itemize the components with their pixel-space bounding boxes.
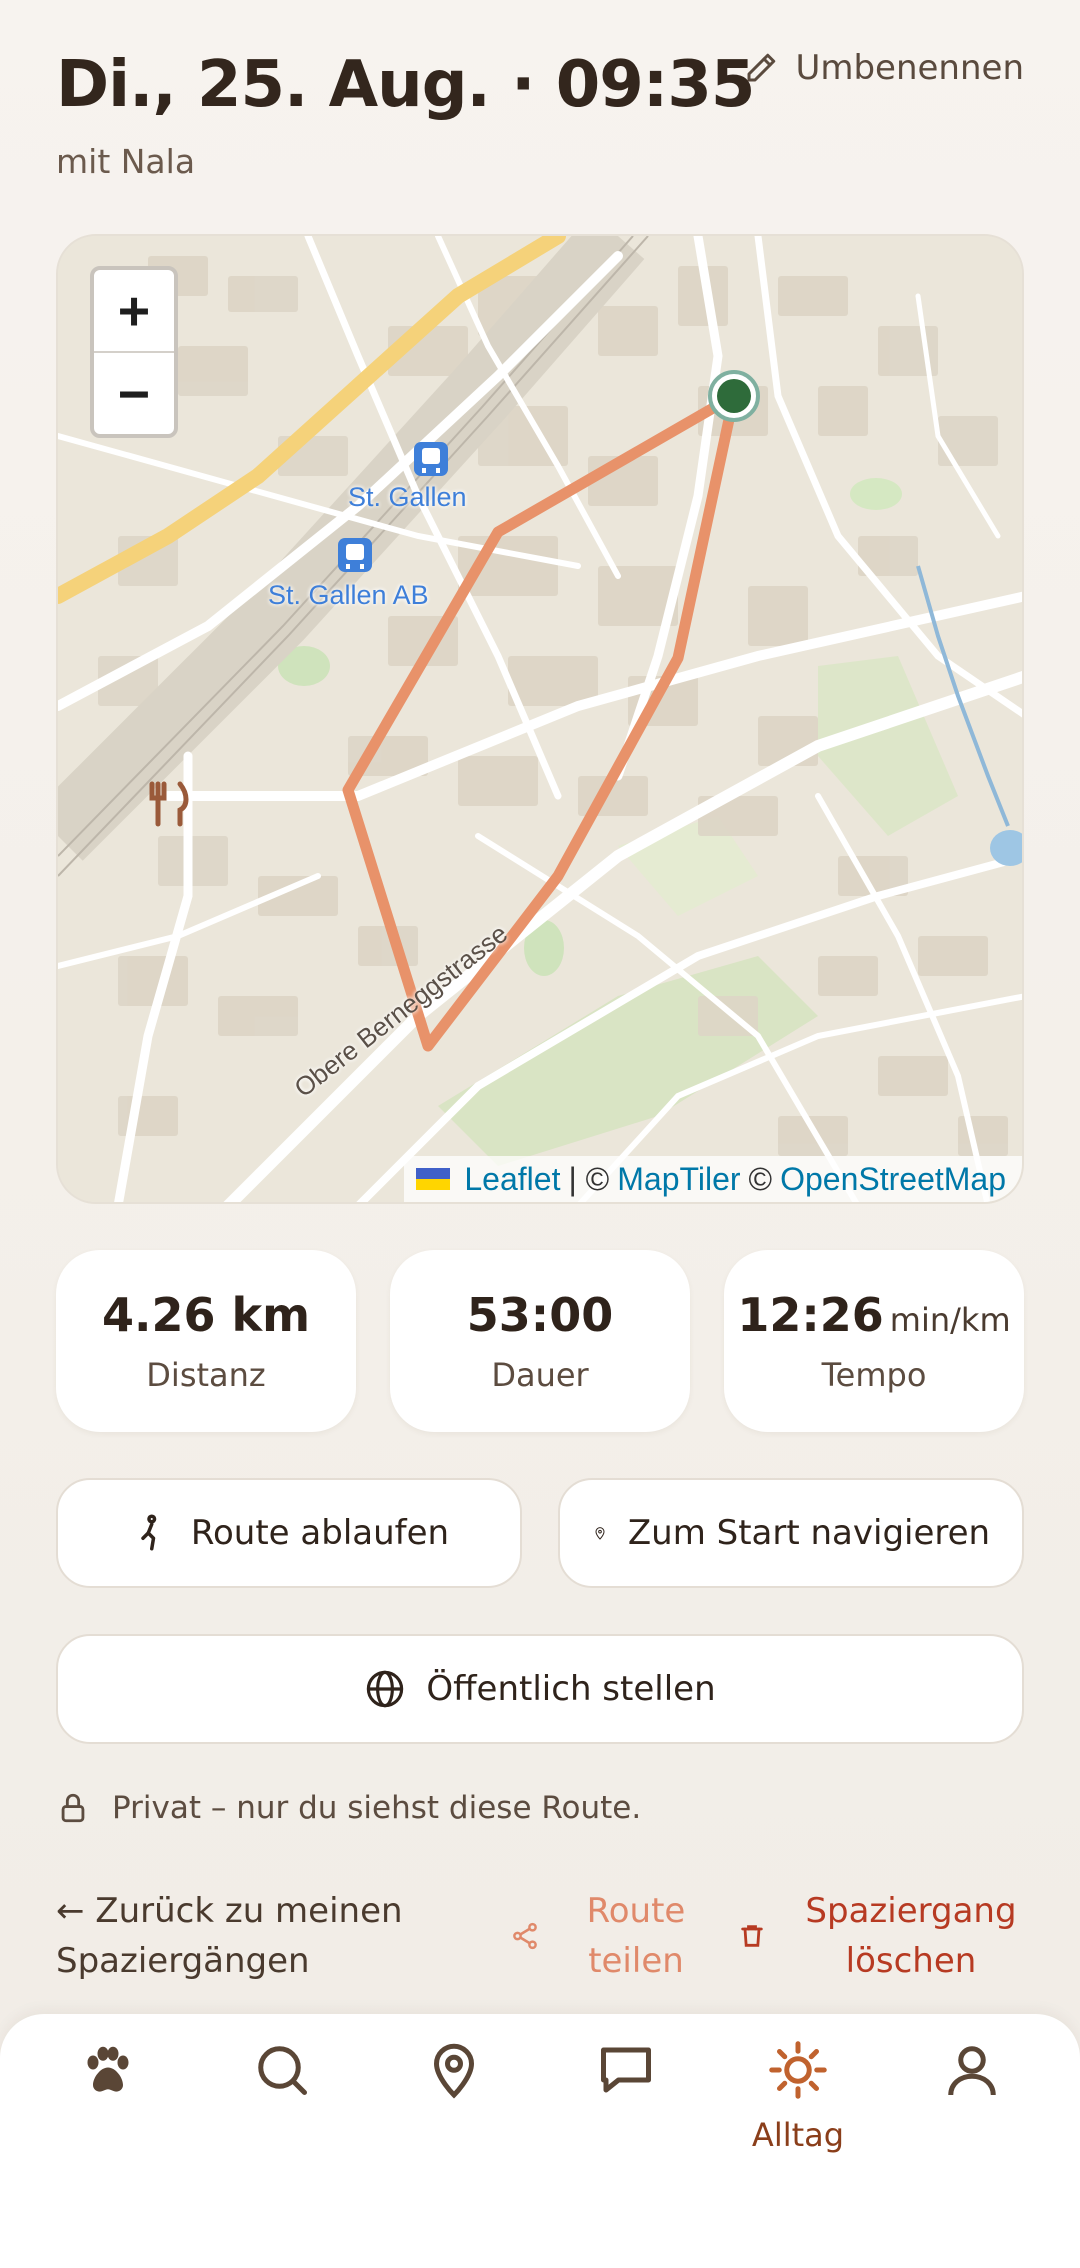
station-label-st-gallen: St. Gallen [348, 482, 467, 512]
companion-subtitle: mit Nala [56, 142, 196, 181]
pace-value-row: 12:26 min/km [737, 1288, 1010, 1342]
privacy-text: Privat – nur du siehst diese Route. [112, 1790, 642, 1826]
walk-route-button[interactable]: Route ablaufen [56, 1478, 522, 1588]
nav-item-chat[interactable] [566, 2040, 686, 2100]
user-icon [948, 2046, 996, 2096]
pace-label: Tempo [821, 1356, 927, 1394]
walking-route-icon [141, 1514, 157, 1551]
navigate-start-label: Zum Start navigieren [627, 1513, 991, 1553]
stat-pace: 12:26 min/km Tempo [724, 1250, 1024, 1432]
bottom-nav: Alltag [0, 2014, 1080, 2268]
trash-icon [741, 1925, 763, 1947]
walk-stats: 4.26 km Distanz 53:00 Dauer 12:26 min/km … [56, 1250, 1024, 1432]
share-route-button[interactable]: Route teilen [510, 1886, 710, 1986]
privacy-note: Privat – nur du siehst diese Route. [56, 1790, 641, 1826]
search-icon [258, 2046, 307, 2095]
page-title: Di., 25. Aug. · 09:35 [56, 48, 755, 122]
ukraine-flag-icon [416, 1168, 451, 1190]
zoom-in-button[interactable]: + [94, 270, 174, 351]
share-icon [513, 1922, 537, 1950]
nav-item-home[interactable] [48, 2040, 168, 2100]
openstreetmap-link[interactable]: OpenStreetMap [780, 1161, 1006, 1198]
map-attribution: Leaflet | © MapTiler © OpenStreetMap [404, 1156, 1022, 1202]
nav-item-search[interactable] [222, 2040, 342, 2100]
duration-label: Dauer [491, 1356, 589, 1394]
pace-unit: min/km [889, 1301, 1011, 1339]
make-public-button[interactable]: Öffentlich stellen [56, 1634, 1024, 1744]
attribution-separator: | © [568, 1160, 610, 1197]
nav-item-alltag[interactable]: Alltag [738, 2040, 858, 2154]
attribution-copyright: © [748, 1160, 773, 1197]
leaflet-link[interactable]: Leaflet [464, 1161, 560, 1198]
maptiler-link[interactable]: MapTiler [617, 1161, 740, 1198]
duration-value: 53:00 [466, 1288, 614, 1342]
back-to-walks-link[interactable]: ← Zurück zu meinen Spaziergängen [56, 1886, 456, 1986]
stat-distance: 4.26 km Distanz [56, 1250, 356, 1432]
zoom-controls: + − [90, 266, 178, 438]
map-tiles [58, 236, 1022, 1202]
lock-icon [61, 1793, 85, 1823]
route-map[interactable]: St. Gallen St. Gallen AB Obere Berneggst… [56, 234, 1024, 1204]
pace-value: 12:26 [737, 1288, 884, 1342]
chat-icon [601, 2047, 651, 2093]
location-pin-icon [433, 2043, 475, 2099]
pencil-icon [747, 53, 776, 82]
nav-label-alltag: Alltag [751, 2116, 845, 2154]
make-public-label: Öffentlich stellen [426, 1669, 716, 1709]
nav-item-profile[interactable] [912, 2040, 1032, 2100]
share-route-label: Route teilen [586, 1891, 686, 1981]
rename-button[interactable]: Umbenennen [743, 48, 1024, 88]
distance-label: Distanz [146, 1356, 266, 1394]
paw-icon [87, 2046, 129, 2092]
location-dot-icon [595, 1527, 605, 1540]
walk-route-label: Route ablaufen [190, 1513, 450, 1553]
sun-icon [769, 2041, 827, 2099]
delete-walk-button[interactable]: Spaziergang löschen [738, 1886, 1038, 1986]
stat-duration: 53:00 Dauer [390, 1250, 690, 1432]
navigate-start-button[interactable]: Zum Start navigieren [558, 1478, 1024, 1588]
distance-value: 4.26 km [101, 1288, 311, 1342]
globe-icon [367, 1670, 404, 1708]
nav-item-places[interactable] [394, 2040, 514, 2100]
zoom-out-button[interactable]: − [94, 351, 174, 434]
walk-detail-page: Di., 25. Aug. · 09:35 mit Nala Umbenenne… [0, 0, 1080, 2268]
station-label-st-gallen-ab: St. Gallen AB [268, 580, 429, 610]
rename-label: Umbenennen [795, 48, 1024, 88]
delete-walk-label: Spaziergang löschen [805, 1891, 1017, 1981]
